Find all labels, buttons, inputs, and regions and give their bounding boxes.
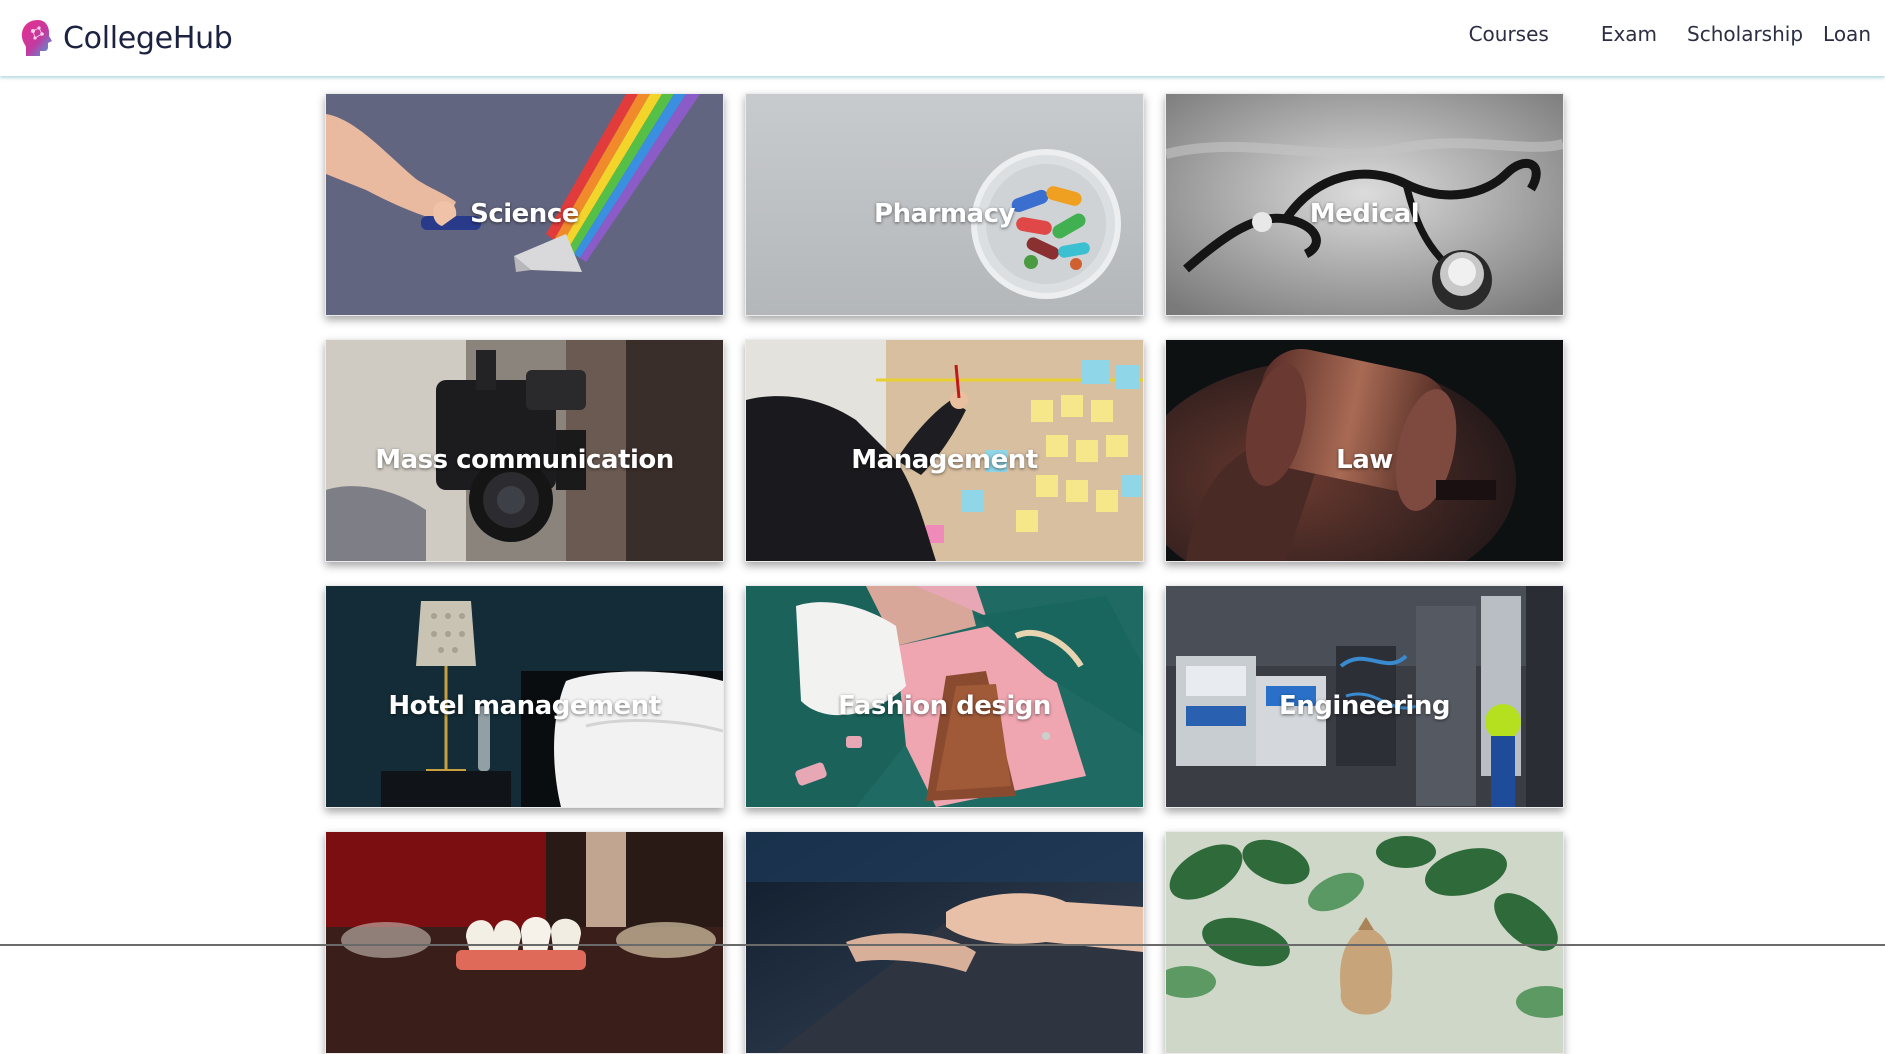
nav-link-scholarship[interactable]: Scholarship	[1687, 20, 1803, 48]
course-label: Science	[470, 199, 579, 229]
dental-teeth-model-image	[326, 832, 723, 1053]
course-card-science[interactable]: Science	[325, 93, 724, 316]
nav-link-loan[interactable]: Loan	[1823, 20, 1871, 48]
top-navbar: CollegeHub Courses Exam Scholarship Loan	[0, 0, 1885, 76]
main-nav: Courses Exam Scholarship Loan	[1469, 20, 1885, 48]
course-label: Management	[851, 445, 1038, 475]
course-card-medical[interactable]: Medical	[1165, 93, 1564, 316]
course-card-hotel-management[interactable]: Hotel management	[325, 585, 724, 808]
course-card-dental[interactable]	[325, 831, 724, 1054]
course-label: Hotel management	[388, 691, 661, 721]
course-card-law[interactable]: Law	[1165, 339, 1564, 562]
brand-home-link[interactable]: CollegeHub	[18, 16, 233, 60]
brand-name: CollegeHub	[63, 20, 233, 56]
typing-keyboard-image	[746, 832, 1143, 1053]
course-card-management[interactable]: Management	[745, 339, 1144, 562]
course-card-mass-communication[interactable]: Mass communication	[325, 339, 724, 562]
money-bag-plant-image	[1166, 832, 1563, 1053]
course-card-computers[interactable]	[745, 831, 1144, 1054]
course-label: Engineering	[1279, 691, 1450, 721]
course-label: Pharmacy	[874, 199, 1015, 229]
course-label: Medical	[1309, 199, 1420, 229]
brain-head-logo-icon	[21, 20, 52, 56]
course-label: Fashion design	[838, 691, 1051, 721]
course-card-engineering[interactable]: Engineering	[1165, 585, 1564, 808]
nav-link-exam[interactable]: Exam	[1601, 20, 1657, 48]
course-card-fashion-design[interactable]: Fashion design	[745, 585, 1144, 808]
course-label: Law	[1336, 445, 1393, 475]
course-card-pharmacy[interactable]: Pharmacy	[745, 93, 1144, 316]
nav-link-courses[interactable]: Courses	[1469, 20, 1549, 48]
course-card-finance[interactable]	[1165, 831, 1564, 1054]
course-grid: Science Pharmacy Medical Mass communicat…	[325, 93, 1564, 1054]
course-label: Mass communication	[375, 445, 674, 475]
